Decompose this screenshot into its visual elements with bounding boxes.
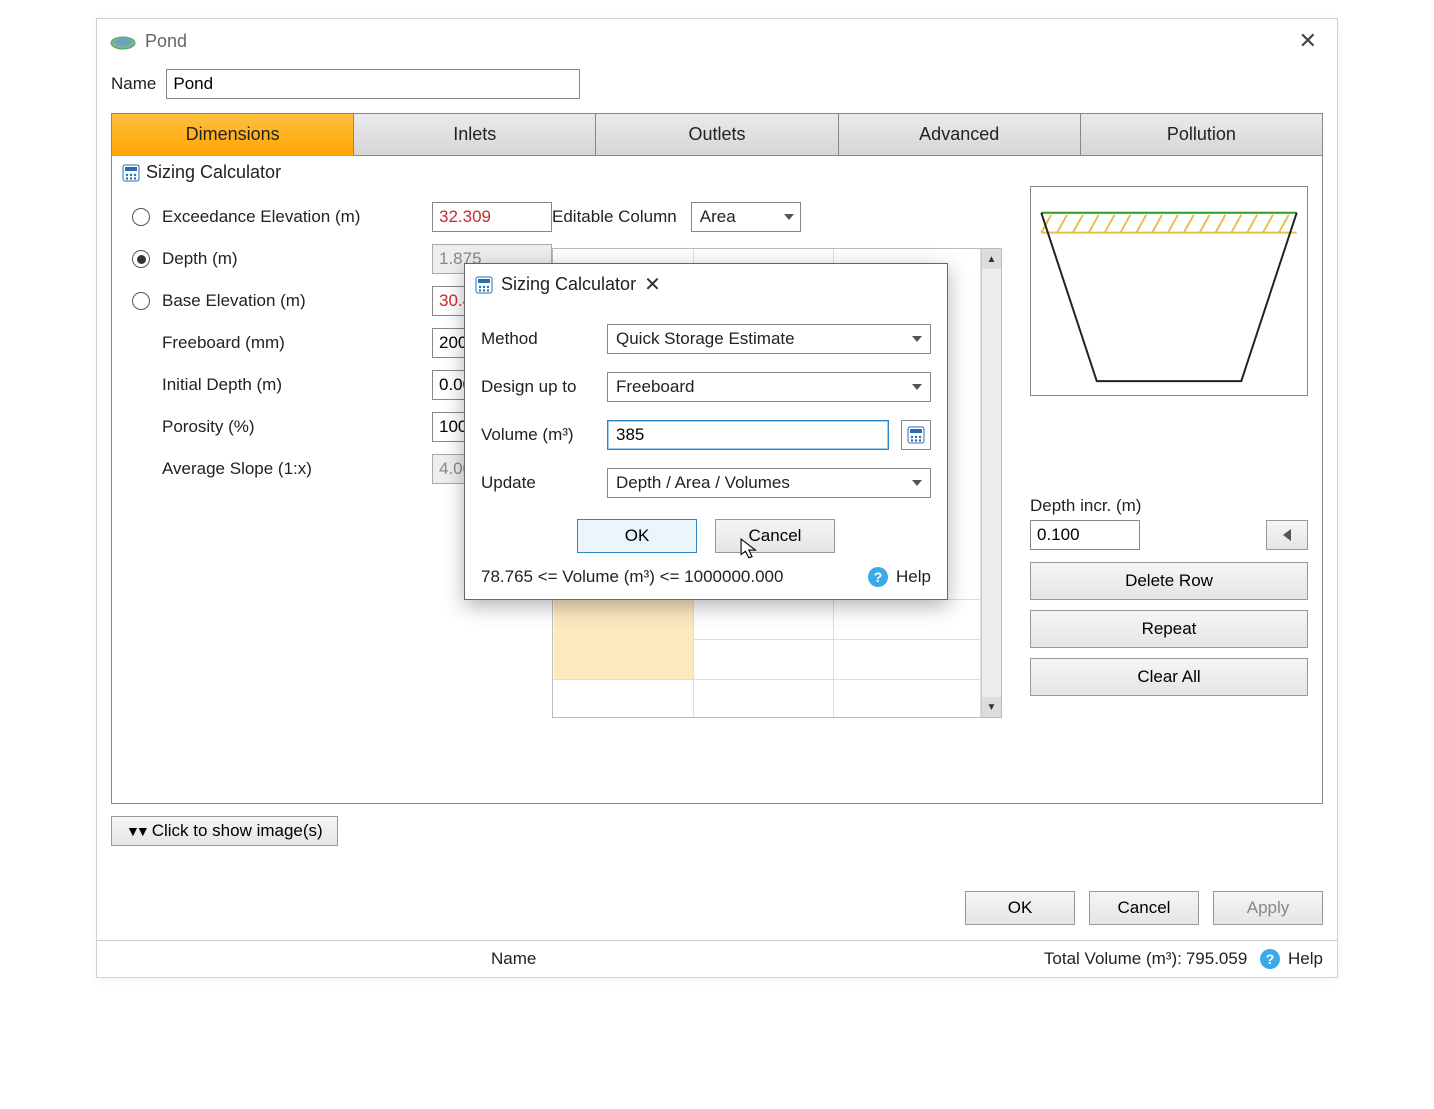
dialog-cancel-button[interactable]: Cancel <box>1089 891 1199 925</box>
tab-inlets[interactable]: Inlets <box>353 113 596 156</box>
update-select[interactable]: Depth / Area / Volumes <box>607 468 931 498</box>
delete-row-button[interactable]: Delete Row <box>1030 562 1308 600</box>
pond-dialog: Pond ✕ Name Dimensions Inlets Outlets Ad… <box>96 18 1338 978</box>
tab-pollution[interactable]: Pollution <box>1080 113 1323 156</box>
radio-base[interactable] <box>132 292 150 310</box>
volume-input[interactable] <box>607 420 889 450</box>
calculator-icon[interactable] <box>122 164 140 182</box>
right-controls: Depth incr. (m) Delete Row Repeat Clear … <box>1030 496 1308 706</box>
base-label: Base Elevation (m) <box>162 291 432 311</box>
method-select[interactable]: Quick Storage Estimate <box>607 324 931 354</box>
close-icon[interactable]: ✕ <box>1291 28 1325 54</box>
statusbar: Name Total Volume (m³): 795.059 ? Help <box>97 941 1337 977</box>
show-images-button[interactable]: ▼▼ Click to show image(s) <box>111 816 338 846</box>
modal-ok-button[interactable]: OK <box>577 519 697 553</box>
name-row: Name <box>97 63 1337 113</box>
exceedance-label: Exceedance Elevation (m) <box>162 207 432 227</box>
repeat-button[interactable]: Repeat <box>1030 610 1308 648</box>
double-chevron-down-icon: ▼▼ <box>126 823 146 839</box>
method-label: Method <box>481 329 595 349</box>
avg-slope-label: Average Slope (1:x) <box>162 459 432 479</box>
help-icon[interactable]: ? <box>1260 949 1280 969</box>
total-volume-label: Total Volume (m³): <box>1044 949 1182 969</box>
depth-incr-label: Depth incr. (m) <box>1030 496 1308 516</box>
cross-section-preview <box>1030 186 1308 396</box>
calculator-icon <box>475 276 493 294</box>
radio-depth[interactable] <box>132 250 150 268</box>
editable-column-select[interactable]: Area <box>691 202 801 232</box>
exceedance-input[interactable] <box>432 202 552 232</box>
section-title: Sizing Calculator <box>146 162 281 183</box>
modal-close-icon[interactable]: ✕ <box>644 272 661 297</box>
sizing-calculator-dialog: Sizing Calculator ✕ Method Quick Storage… <box>464 263 948 600</box>
table-scrollbar[interactable]: ▲ ▼ <box>981 249 1001 717</box>
freeboard-label: Freeboard (mm) <box>162 333 432 353</box>
modal-titlebar: Sizing Calculator ✕ <box>465 264 947 305</box>
radio-exceedance[interactable] <box>132 208 150 226</box>
modal-title: Sizing Calculator <box>501 274 636 295</box>
name-input[interactable] <box>166 69 580 99</box>
arrow-left-button[interactable] <box>1266 520 1308 550</box>
total-volume-value: 795.059 <box>1186 949 1247 969</box>
pond-app-icon <box>109 31 137 51</box>
tab-advanced[interactable]: Advanced <box>838 113 1081 156</box>
depth-label: Depth (m) <box>162 249 432 269</box>
tab-outlets[interactable]: Outlets <box>595 113 838 156</box>
volume-label: Volume (m³) <box>481 425 595 445</box>
volume-constraint-text: 78.765 <= Volume (m³) <= 1000000.000 <box>481 567 783 587</box>
initial-depth-label: Initial Depth (m) <box>162 375 432 395</box>
dialog-button-row: OK Cancel Apply <box>965 891 1323 925</box>
dialog-apply-button[interactable]: Apply <box>1213 891 1323 925</box>
name-label: Name <box>111 74 156 94</box>
scroll-up-icon[interactable]: ▲ <box>982 249 1001 269</box>
help-icon[interactable]: ? <box>868 567 888 587</box>
modal-cancel-button[interactable]: Cancel <box>715 519 835 553</box>
scroll-down-icon[interactable]: ▼ <box>982 697 1001 717</box>
tabstrip: Dimensions Inlets Outlets Advanced Pollu… <box>111 113 1323 156</box>
statusbar-name-label: Name <box>491 949 536 969</box>
volume-calc-button[interactable] <box>901 420 931 450</box>
depth-incr-input[interactable] <box>1030 520 1140 550</box>
window-title: Pond <box>145 31 187 52</box>
dialog-ok-button[interactable]: OK <box>965 891 1075 925</box>
design-up-to-select[interactable]: Freeboard <box>607 372 931 402</box>
editable-column-label: Editable Column <box>552 207 677 227</box>
clear-all-button[interactable]: Clear All <box>1030 658 1308 696</box>
modal-help-label[interactable]: Help <box>896 567 931 587</box>
porosity-label: Porosity (%) <box>162 417 432 437</box>
design-up-to-label: Design up to <box>481 377 595 397</box>
titlebar: Pond ✕ <box>97 19 1337 63</box>
tab-dimensions[interactable]: Dimensions <box>111 113 354 156</box>
update-label: Update <box>481 473 595 493</box>
statusbar-help-label[interactable]: Help <box>1288 949 1323 969</box>
